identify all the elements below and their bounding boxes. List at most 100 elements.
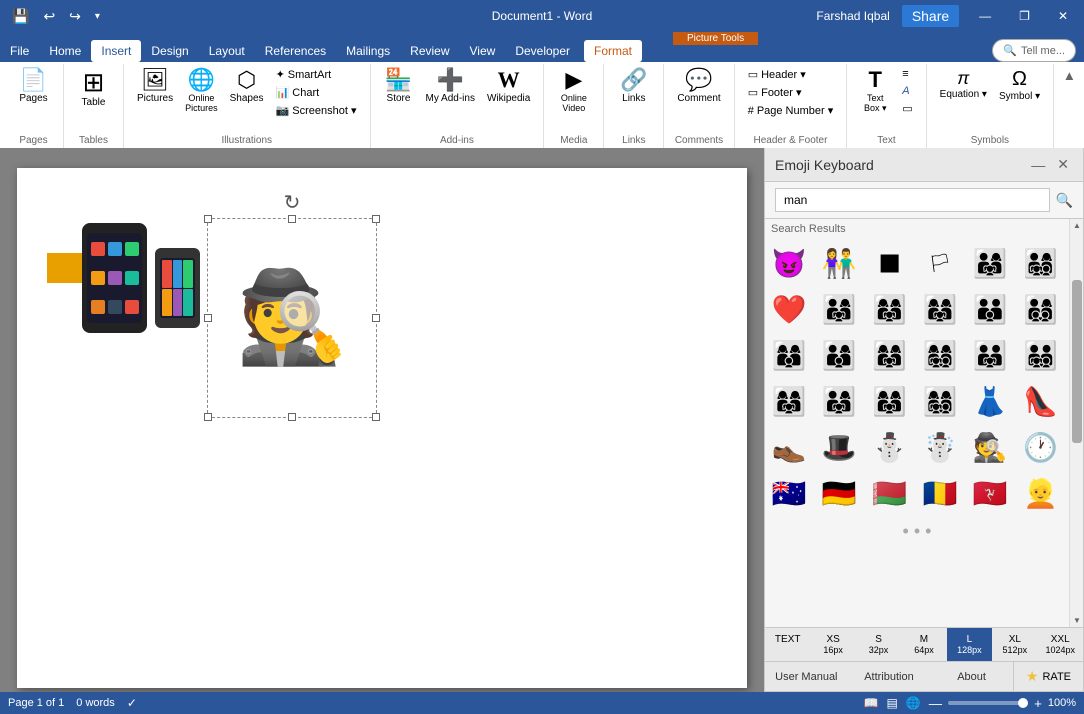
table-button[interactable]: ⊞ Table bbox=[74, 66, 114, 111]
zoom-in-button[interactable]: + bbox=[1034, 696, 1042, 711]
menu-format[interactable]: Format bbox=[584, 40, 642, 62]
emoji-item[interactable]: ⛄ bbox=[868, 425, 912, 469]
size-xxl-button[interactable]: XXL 1024px bbox=[1038, 628, 1083, 661]
chart-button[interactable]: 📊 Chart bbox=[271, 84, 362, 101]
emoji-item[interactable]: 👩‍👩‍👧 bbox=[868, 379, 912, 423]
handle-tm[interactable] bbox=[288, 215, 296, 223]
online-pictures-button[interactable]: 🌐 OnlinePictures bbox=[180, 66, 223, 116]
size-l-button[interactable]: L 128px bbox=[947, 628, 992, 661]
close-button[interactable]: ✕ bbox=[1050, 7, 1076, 25]
size-xl-button[interactable]: XL 512px bbox=[992, 628, 1037, 661]
emoji-item[interactable]: 😈 bbox=[767, 241, 811, 285]
handle-tr[interactable] bbox=[372, 215, 380, 223]
zoom-slider[interactable] bbox=[948, 701, 1028, 705]
pages-button[interactable]: 📄 Pages bbox=[14, 66, 54, 107]
emoji-item[interactable]: 🇩🇪 bbox=[817, 471, 861, 515]
handle-ml[interactable] bbox=[204, 314, 212, 322]
textbox-button[interactable]: T TextBox ▾ bbox=[855, 66, 895, 117]
customize-qat-button[interactable]: ▾ bbox=[91, 9, 104, 24]
smartart-button[interactable]: ✦ SmartArt bbox=[271, 66, 362, 83]
save-button[interactable]: 💾 bbox=[8, 6, 33, 27]
zoom-slider-thumb[interactable] bbox=[1018, 698, 1028, 708]
emoji-item[interactable]: 👩‍👩‍👦 bbox=[767, 333, 811, 377]
emoji-item[interactable]: 🎩 bbox=[817, 425, 861, 469]
emoji-minimize-button[interactable]: — bbox=[1027, 154, 1049, 175]
emoji-item[interactable]: ☃️ bbox=[918, 425, 962, 469]
menu-design[interactable]: Design bbox=[141, 40, 198, 62]
wikipedia-button[interactable]: W Wikipedia bbox=[482, 66, 535, 107]
share-button[interactable]: Share bbox=[902, 5, 959, 27]
shapes-button[interactable]: ⬡ Shapes bbox=[225, 66, 269, 107]
undo-button[interactable]: ↩ bbox=[39, 6, 59, 27]
emoji-item[interactable]: ❤️ bbox=[767, 287, 811, 331]
menu-references[interactable]: References bbox=[255, 40, 336, 62]
emoji-item[interactable]: 👩‍👩‍👧‍👦 bbox=[918, 379, 962, 423]
emoji-item[interactable]: 👞 bbox=[767, 425, 811, 469]
redo-button[interactable]: ↪ bbox=[65, 6, 85, 27]
symbol-button[interactable]: Ω Symbol ▾ bbox=[994, 66, 1045, 105]
size-text-button[interactable]: TEXT bbox=[765, 628, 810, 661]
header-button[interactable]: ▭ Header ▾ bbox=[743, 66, 839, 83]
emoji-item[interactable]: 👩‍👩‍👧‍👦 bbox=[918, 333, 962, 377]
page-number-button[interactable]: # Page Number ▾ bbox=[743, 102, 839, 119]
menu-view[interactable]: View bbox=[460, 40, 506, 62]
minimize-button[interactable]: — bbox=[971, 7, 999, 25]
scrollbar-down[interactable]: ▼ bbox=[1072, 616, 1082, 625]
emoji-item[interactable]: 👩‍👩‍👧 bbox=[767, 379, 811, 423]
rotate-handle[interactable]: ↻ bbox=[284, 190, 301, 215]
scrollbar-up[interactable]: ▲ bbox=[1072, 221, 1082, 230]
size-m-button[interactable]: M 64px bbox=[901, 628, 946, 661]
handle-mr[interactable] bbox=[372, 314, 380, 322]
comment-button[interactable]: 💬 Comment bbox=[672, 66, 725, 107]
about-button[interactable]: About bbox=[930, 662, 1013, 691]
emoji-item[interactable]: 👫 bbox=[817, 241, 861, 285]
print-layout-button[interactable]: ▤ bbox=[886, 696, 897, 710]
dropcap-button[interactable]: ▭ bbox=[897, 100, 917, 117]
menu-layout[interactable]: Layout bbox=[199, 40, 255, 62]
size-s-button[interactable]: S 32px bbox=[856, 628, 901, 661]
user-manual-button[interactable]: User Manual bbox=[765, 662, 848, 691]
menu-developer[interactable]: Developer bbox=[505, 40, 580, 62]
footer-button[interactable]: ▭ Footer ▾ bbox=[743, 84, 839, 101]
emoji-item[interactable]: 👨‍👩‍👦‍👦 bbox=[1019, 287, 1063, 331]
attribution-button[interactable]: Attribution bbox=[848, 662, 931, 691]
emoji-item[interactable]: 🇷🇴 bbox=[918, 471, 962, 515]
read-mode-button[interactable]: 📖 bbox=[863, 696, 878, 710]
store-button[interactable]: 🏪 Store bbox=[379, 66, 419, 107]
emoji-close-button[interactable]: ✕ bbox=[1053, 154, 1073, 175]
rate-button[interactable]: ★ RATE bbox=[1013, 662, 1083, 691]
emoji-item[interactable]: 👨‍👩‍👦 bbox=[817, 333, 861, 377]
menu-home[interactable]: Home bbox=[39, 40, 91, 62]
handle-bl[interactable] bbox=[204, 413, 212, 421]
emoji-item[interactable]: 👠 bbox=[1019, 379, 1063, 423]
equation-button[interactable]: π Equation ▾ bbox=[935, 66, 992, 103]
zoom-out-button[interactable]: — bbox=[929, 696, 942, 711]
ribbon-collapse-button[interactable]: ▲ bbox=[1063, 68, 1076, 83]
menu-insert[interactable]: Insert bbox=[91, 40, 141, 62]
emoji-item[interactable]: 🕵️ bbox=[968, 425, 1012, 469]
menu-file[interactable]: File bbox=[0, 40, 39, 62]
emoji-item[interactable]: 🕐 bbox=[1019, 425, 1063, 469]
my-addins-button[interactable]: ➕ My Add-ins bbox=[421, 66, 480, 107]
tell-me-input[interactable]: 🔍 Tell me... bbox=[992, 39, 1076, 62]
emoji-item[interactable]: 🇦🇺 bbox=[767, 471, 811, 515]
emoji-item[interactable]: 👨‍👨‍👧‍👦 bbox=[1019, 333, 1063, 377]
emoji-item[interactable]: 👨‍👨‍👧 bbox=[968, 333, 1012, 377]
web-layout-button[interactable]: 🌐 bbox=[906, 696, 921, 710]
screenshot-button[interactable]: 📷 Screenshot ▾ bbox=[271, 102, 362, 119]
restore-button[interactable]: ❐ bbox=[1011, 7, 1038, 25]
emoji-item[interactable]: 👨‍👩‍👧‍👦 bbox=[1019, 241, 1063, 285]
emoji-scrollbar-thumb[interactable] bbox=[1072, 280, 1082, 443]
emoji-item[interactable]: 👨‍👩‍👧 bbox=[817, 379, 861, 423]
emoji-item[interactable]: 👨‍👩‍👧 bbox=[968, 241, 1012, 285]
emoji-search-input[interactable] bbox=[775, 188, 1050, 212]
handle-tl[interactable] bbox=[204, 215, 212, 223]
emoji-scrollbar[interactable]: ▲ ▼ bbox=[1069, 219, 1083, 627]
emoji-item[interactable]: 🏳 bbox=[918, 241, 962, 285]
links-button[interactable]: 🔗 Links bbox=[614, 66, 654, 107]
emoji-item[interactable]: 👩‍👩‍👧 bbox=[868, 287, 912, 331]
handle-br[interactable] bbox=[372, 413, 380, 421]
emoji-item[interactable]: 👩‍👩‍👧 bbox=[918, 287, 962, 331]
size-xs-button[interactable]: XS 16px bbox=[810, 628, 855, 661]
online-video-button[interactable]: ▶ OnlineVideo bbox=[554, 66, 594, 116]
